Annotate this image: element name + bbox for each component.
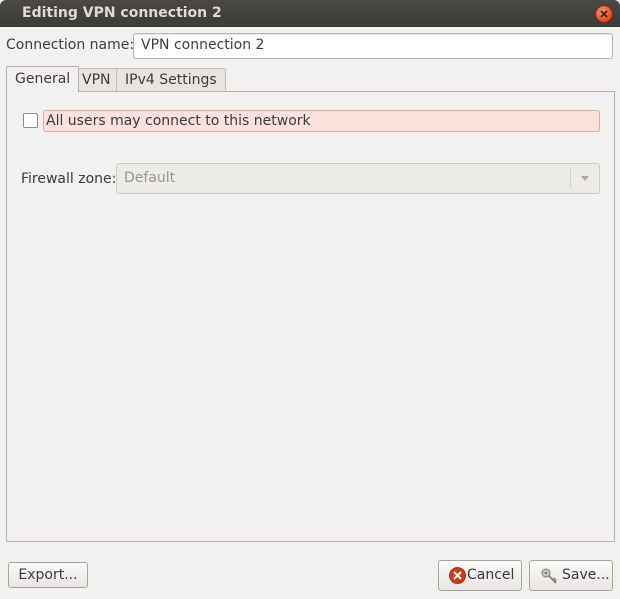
close-icon[interactable]: [596, 6, 612, 22]
firewall-zone-label: Firewall zone:: [21, 171, 117, 187]
connection-name-value: VPN connection 2: [141, 37, 265, 53]
cancel-icon: [449, 567, 466, 584]
all-users-label: All users may connect to this network: [46, 113, 311, 129]
save-button[interactable]: Save...: [529, 560, 613, 591]
connection-name-label: Connection name:: [6, 37, 135, 53]
firewall-zone-row: Firewall zone: Default: [21, 163, 601, 195]
connection-name-row: Connection name: VPN connection 2: [6, 33, 614, 59]
title-bar: Editing VPN connection 2: [0, 0, 620, 27]
tab-bar: General VPN IPv4 Settings: [6, 66, 614, 92]
all-users-label-frame[interactable]: All users may connect to this network: [43, 110, 600, 132]
tab-ipv4-settings[interactable]: IPv4 Settings: [116, 68, 226, 91]
keys-icon: [541, 568, 557, 584]
tab-general[interactable]: General: [6, 66, 80, 92]
save-button-label: Save...: [562, 567, 610, 583]
firewall-zone-select[interactable]: Default: [116, 163, 600, 194]
window-title: Editing VPN connection 2: [22, 5, 222, 21]
combo-separator: [570, 169, 571, 188]
export-button-label: Export...: [18, 567, 78, 583]
all-users-checkbox[interactable]: [23, 113, 38, 128]
chevron-down-icon: [581, 176, 589, 181]
cancel-button-label: Cancel: [467, 567, 515, 583]
firewall-zone-value: Default: [124, 170, 176, 186]
all-users-row[interactable]: All users may connect to this network: [21, 110, 601, 132]
general-tab-panel: All users may connect to this network Fi…: [6, 91, 615, 542]
tab-vpn[interactable]: VPN: [73, 68, 120, 91]
connection-name-input[interactable]: VPN connection 2: [133, 33, 613, 59]
export-button[interactable]: Export...: [8, 562, 88, 588]
cancel-button[interactable]: Cancel: [438, 560, 522, 591]
